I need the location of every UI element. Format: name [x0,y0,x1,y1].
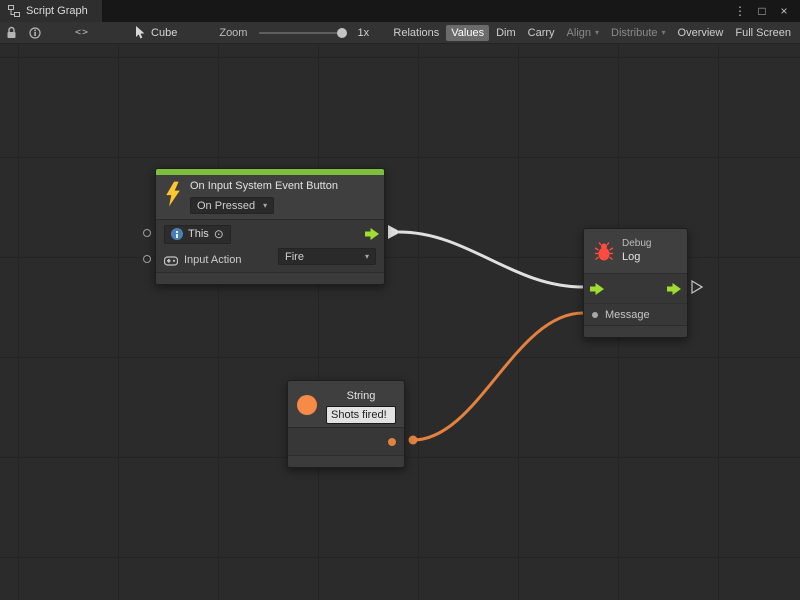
debug-node-title: Log [622,250,651,265]
code-view-button[interactable]: <> [75,23,89,43]
toolbar-button-relations[interactable]: Relations [388,25,444,41]
graph-toolbar: <> Cube Zoom 1x Relations Values Dim Car… [0,22,800,44]
debug-node-footer [584,325,687,337]
event-node-title: On Input System Event Button [190,179,338,194]
event-node-header: On Input System Event Button On Pressed … [156,175,384,219]
toolbar-button-fullscreen[interactable]: Full Screen [730,25,796,41]
tab-script-graph[interactable]: Script Graph [0,0,102,22]
tab-title: Script Graph [26,5,88,17]
message-port-label: Message [605,309,650,321]
gamepad-icon [164,255,178,266]
info-button[interactable] [29,23,41,43]
wire-endpoint-dot [409,436,418,445]
string-node-title: String [347,389,376,404]
lightning-icon [164,181,182,207]
chevron-down-icon: ▾ [595,29,599,37]
value-connection-wire[interactable] [413,313,583,440]
string-node-footer [288,455,404,467]
string-node[interactable]: String [287,380,405,468]
window-titlebar: Script Graph ⋮ □ × [0,0,800,22]
script-graph-icon [8,5,20,17]
bug-icon [594,241,614,262]
flow-output-port[interactable] [365,228,379,240]
toolbar-button-align[interactable]: Align ▾ [562,25,604,41]
toolbar-button-distribute[interactable]: Distribute ▾ [606,25,670,41]
zoom-slider-knob[interactable] [337,28,347,38]
zoom-value: 1x [357,27,369,39]
event-node[interactable]: On Input System Event Button On Pressed … [155,168,385,285]
debug-node-header: Debug Log [584,229,687,273]
graph-target-button[interactable]: Cube [135,26,177,39]
flow-output-open-port[interactable] [692,281,702,293]
chevron-down-icon: ▾ [263,202,267,210]
this-icon [171,228,183,240]
string-node-header: String [288,381,404,427]
toolbar-button-overview[interactable]: Overview [673,25,729,41]
action-value-input-port[interactable] [143,255,151,263]
toolbar-button-dim[interactable]: Dim [491,25,521,41]
window-menu-button[interactable]: ⋮ [732,0,748,22]
string-output-port[interactable] [388,438,396,446]
string-value-input[interactable] [326,406,396,424]
zoom-slider[interactable] [259,32,345,34]
object-picker-icon[interactable]: ⊙ [214,228,224,240]
toolbar-button-values[interactable]: Values [446,25,489,41]
string-node-body [288,427,404,455]
maximize-button[interactable]: □ [754,0,770,22]
chevron-down-icon: ▾ [365,253,369,261]
this-row: This ⊙ [156,220,384,248]
this-object-field[interactable]: This ⊙ [164,225,231,244]
flow-output-port[interactable] [667,283,681,295]
toolbar-buttons: Relations Values Dim Carry Align ▾ Distr… [388,25,796,41]
trigger-dropdown[interactable]: On Pressed ▾ [190,197,274,214]
event-node-footer [156,272,384,284]
info-icon [29,27,41,39]
pointer-icon [135,26,146,39]
flow-input-port[interactable] [590,283,604,295]
debug-log-node[interactable]: Debug Log Message [583,228,688,338]
flow-connection-wire[interactable] [399,232,583,287]
zoom-label: Zoom [219,27,247,39]
window-controls: ⋮ □ × [732,0,800,22]
toolbar-button-carry[interactable]: Carry [523,25,560,41]
input-action-label: Input Action [184,254,242,266]
input-action-row: Input Action Fire ▾ [156,248,384,272]
target-object-label: Cube [151,27,177,39]
lock-button[interactable] [6,23,17,43]
message-row: Message [584,303,687,325]
chevron-down-icon: ▾ [662,29,666,37]
string-icon [297,395,317,415]
close-button[interactable]: × [776,0,792,22]
event-node-body: This ⊙ Input Action Fire ▾ [156,219,384,272]
debug-flow-row [584,273,687,303]
lock-icon [6,26,17,39]
input-action-dropdown[interactable]: Fire ▾ [278,248,376,265]
node-category: Debug [622,237,651,250]
this-value-input-port[interactable] [143,229,151,237]
flow-arrowhead [388,225,401,239]
message-input-port[interactable] [592,312,598,318]
graph-canvas[interactable]: On Input System Event Button On Pressed … [0,44,800,600]
